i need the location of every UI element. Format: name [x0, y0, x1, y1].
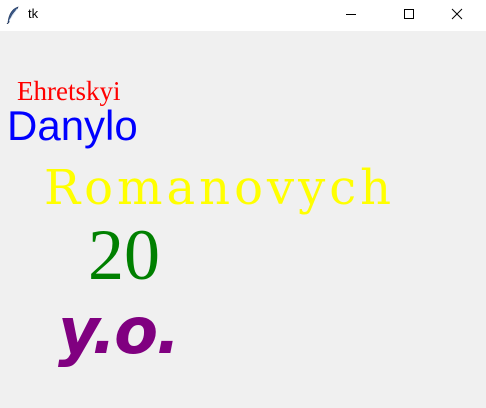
label-danylo: Danylo: [7, 102, 138, 149]
label-ehretskyi: Ehretskyi: [17, 76, 121, 106]
maximize-icon: [403, 7, 415, 25]
tk-window: tk Ehretskyi Danylo Romanovych 20 y.o.: [0, 0, 486, 408]
label-age: 20: [88, 215, 160, 295]
label-romanovych: Romanovych: [44, 160, 396, 216]
minimize-button[interactable]: [322, 0, 380, 31]
close-icon: [451, 7, 463, 25]
minimize-icon: [345, 7, 357, 25]
label-years-old: y.o.: [58, 295, 180, 369]
feather-icon: [6, 6, 20, 25]
window-title: tk: [28, 6, 39, 21]
title-bar[interactable]: tk: [0, 0, 486, 31]
close-button[interactable]: [428, 0, 486, 31]
